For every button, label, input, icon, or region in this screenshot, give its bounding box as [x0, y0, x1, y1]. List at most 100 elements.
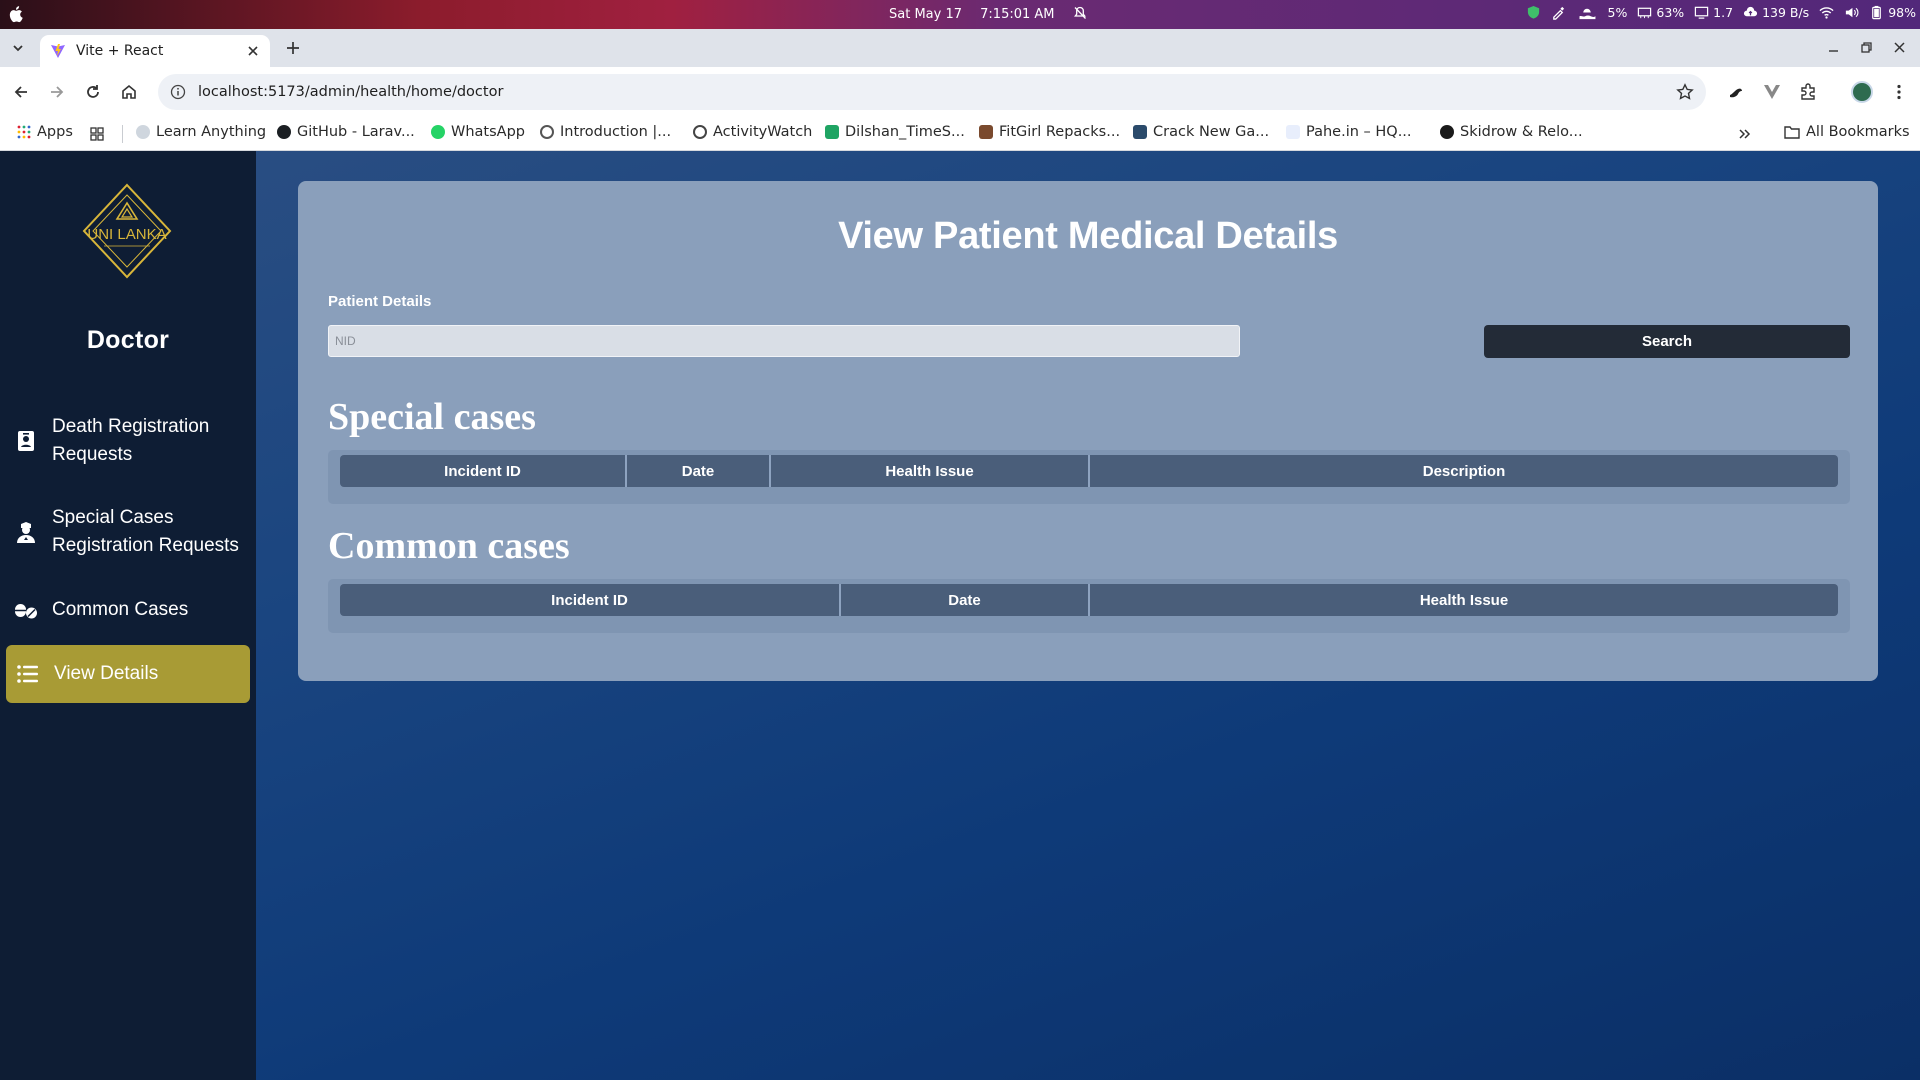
home-icon[interactable] [120, 83, 138, 101]
bookmark-label: Learn Anything [156, 124, 267, 140]
extension-bird-icon[interactable] [1727, 83, 1745, 101]
sidebar-item-special-cases[interactable]: Special Cases Registration Requests [6, 504, 250, 560]
forward-arrow-icon[interactable] [48, 83, 66, 101]
browser-tab[interactable]: Vite + React [40, 35, 270, 67]
tab-title: Vite + React [76, 43, 164, 59]
bookmark-activitywatch[interactable]: ActivityWatch [693, 124, 812, 140]
sidebar-item-label: Special Cases Registration Requests [52, 507, 239, 556]
cpu-indicator[interactable]: 5% [1608, 5, 1628, 20]
tab-search-chevron-icon[interactable] [10, 40, 26, 56]
list-icon [17, 665, 38, 683]
reload-icon[interactable] [84, 83, 102, 101]
column-header-date: Date [625, 455, 770, 487]
more-menu-icon[interactable] [1890, 83, 1908, 101]
tab-groups-icon[interactable] [90, 127, 104, 141]
sidebar-item-view-details[interactable]: View Details [6, 645, 250, 703]
color-picker-icon[interactable] [1551, 5, 1566, 20]
crack-icon [1133, 125, 1147, 139]
cpu-text: 5% [1607, 5, 1628, 20]
battery-text: 98% [1888, 5, 1916, 20]
column-header-incident-id: Incident ID [340, 455, 626, 487]
load-text: 1.7 [1713, 5, 1734, 20]
bookmark-label: Skidrow & Relo... [1460, 124, 1583, 140]
monitor-icon [1694, 6, 1709, 19]
bookmark-introduction[interactable]: Introduction |... [540, 124, 671, 140]
battery-indicator[interactable]: 98% [1869, 5, 1916, 20]
sidebar-item-label: Death Registration Requests [52, 416, 210, 465]
bookmark-whatsapp[interactable]: WhatsApp [431, 124, 525, 140]
search-button[interactable]: Search [1484, 325, 1850, 358]
sidebar-item-label: View Details [54, 663, 159, 684]
site-info-icon[interactable] [170, 84, 186, 100]
bookmark-apps[interactable]: Apps [17, 124, 73, 140]
back-arrow-icon[interactable] [12, 83, 30, 101]
bookmark-label: Crack New Ga... [1153, 124, 1270, 140]
bookmark-crack[interactable]: Crack New Ga... [1133, 124, 1269, 140]
apple-icon[interactable] [7, 5, 23, 23]
clock[interactable]: Sat May 17 7:15:01 AM [889, 6, 1087, 22]
system-tray: 5% 63% 1.7 139 B/s 98% [1526, 5, 1916, 20]
battery-icon [1872, 5, 1882, 20]
browser-toolbar: localhost:5173/admin/health/home/doctor [0, 67, 1920, 117]
sidebar-item-death-registration[interactable]: Death Registration Requests [6, 413, 250, 469]
extension-vue-icon[interactable] [1763, 83, 1781, 101]
minimize-icon[interactable] [1827, 41, 1840, 54]
memory-indicator[interactable]: 63% [1637, 5, 1684, 20]
volume-icon[interactable] [1844, 5, 1859, 20]
bookmark-learn-anything[interactable]: Learn Anything [136, 124, 266, 140]
profile-avatar[interactable] [1851, 81, 1873, 103]
app-root: UNI LANKA Doctor Death Registration Requ… [0, 151, 1920, 1080]
bookmark-github[interactable]: GitHub - Larav... [277, 124, 415, 140]
sidebar-item-common-cases[interactable]: Common Cases [6, 596, 250, 624]
whatsapp-icon [431, 125, 445, 139]
column-header-health-issue: Health Issue [1088, 584, 1838, 616]
column-header-health-issue: Health Issue [769, 455, 1089, 487]
load-indicator[interactable]: 1.7 [1694, 5, 1733, 20]
bookmark-pahe[interactable]: Pahe.in – HQ... [1286, 124, 1412, 140]
network-text: 139 B/s [1762, 5, 1810, 20]
os-top-bar: Sat May 17 7:15:01 AM 5% 63% 1.7 139 B/s… [0, 0, 1920, 29]
activitywatch-icon [693, 125, 707, 139]
close-tab-icon[interactable] [246, 44, 260, 58]
bookmark-label: FitGirl Repacks... [999, 124, 1121, 140]
bookmark-star-icon[interactable] [1676, 83, 1694, 101]
window-controls [1827, 41, 1906, 54]
table-header-row: Incident ID Date Health Issue [340, 584, 1838, 616]
bookmarks-bar: Apps Learn Anything GitHub - Larav... Wh… [0, 117, 1920, 151]
new-tab-plus-icon[interactable] [284, 39, 302, 57]
skidrow-icon [1440, 125, 1454, 139]
patient-details-panel: View Patient Medical Details Patient Det… [298, 181, 1878, 681]
table-header-row: Incident ID Date Health Issue Descriptio… [340, 455, 1838, 487]
more-bookmarks-chevron-icon[interactable] [1738, 127, 1752, 141]
memory-text: 63% [1656, 5, 1685, 20]
logo-text: UNI LANKA [87, 226, 166, 243]
restore-icon[interactable] [1860, 41, 1873, 54]
bookmark-dilshan-times[interactable]: Dilshan_TimeS... [825, 124, 965, 140]
url-text: localhost:5173/admin/health/home/doctor [198, 84, 504, 100]
bookmark-label: Apps [37, 124, 73, 140]
memory-icon [1638, 7, 1652, 19]
extensions-puzzle-icon[interactable] [1799, 83, 1817, 101]
bookmark-label: GitHub - Larav... [297, 124, 415, 140]
bookmark-fitgirl[interactable]: FitGirl Repacks... [979, 124, 1120, 140]
shield-icon[interactable] [1526, 5, 1541, 20]
column-header-date: Date [839, 584, 1089, 616]
common-cases-title: Common cases [328, 525, 570, 567]
sidebar-item-label: Common Cases [52, 599, 189, 620]
close-window-icon[interactable] [1893, 41, 1906, 54]
bookmark-skidrow[interactable]: Skidrow & Relo... [1440, 124, 1583, 140]
date-text: Sat May 17 [889, 7, 962, 22]
page-title: View Patient Medical Details [838, 215, 1338, 257]
address-bar[interactable]: localhost:5173/admin/health/home/doctor [158, 74, 1706, 110]
fitgirl-icon [979, 125, 993, 139]
pahe-icon [1286, 125, 1300, 139]
uni-lanka-logo: UNI LANKA [82, 183, 172, 279]
all-bookmarks[interactable]: All Bookmarks [1784, 124, 1910, 140]
introduction-icon [540, 125, 554, 139]
role-title: Doctor [86, 326, 170, 354]
wifi-icon[interactable] [1819, 5, 1834, 20]
weather-icon[interactable] [1576, 5, 1598, 20]
nid-input[interactable] [328, 325, 1240, 357]
learn-anything-icon [136, 125, 150, 139]
network-indicator[interactable]: 139 B/s [1743, 5, 1809, 20]
